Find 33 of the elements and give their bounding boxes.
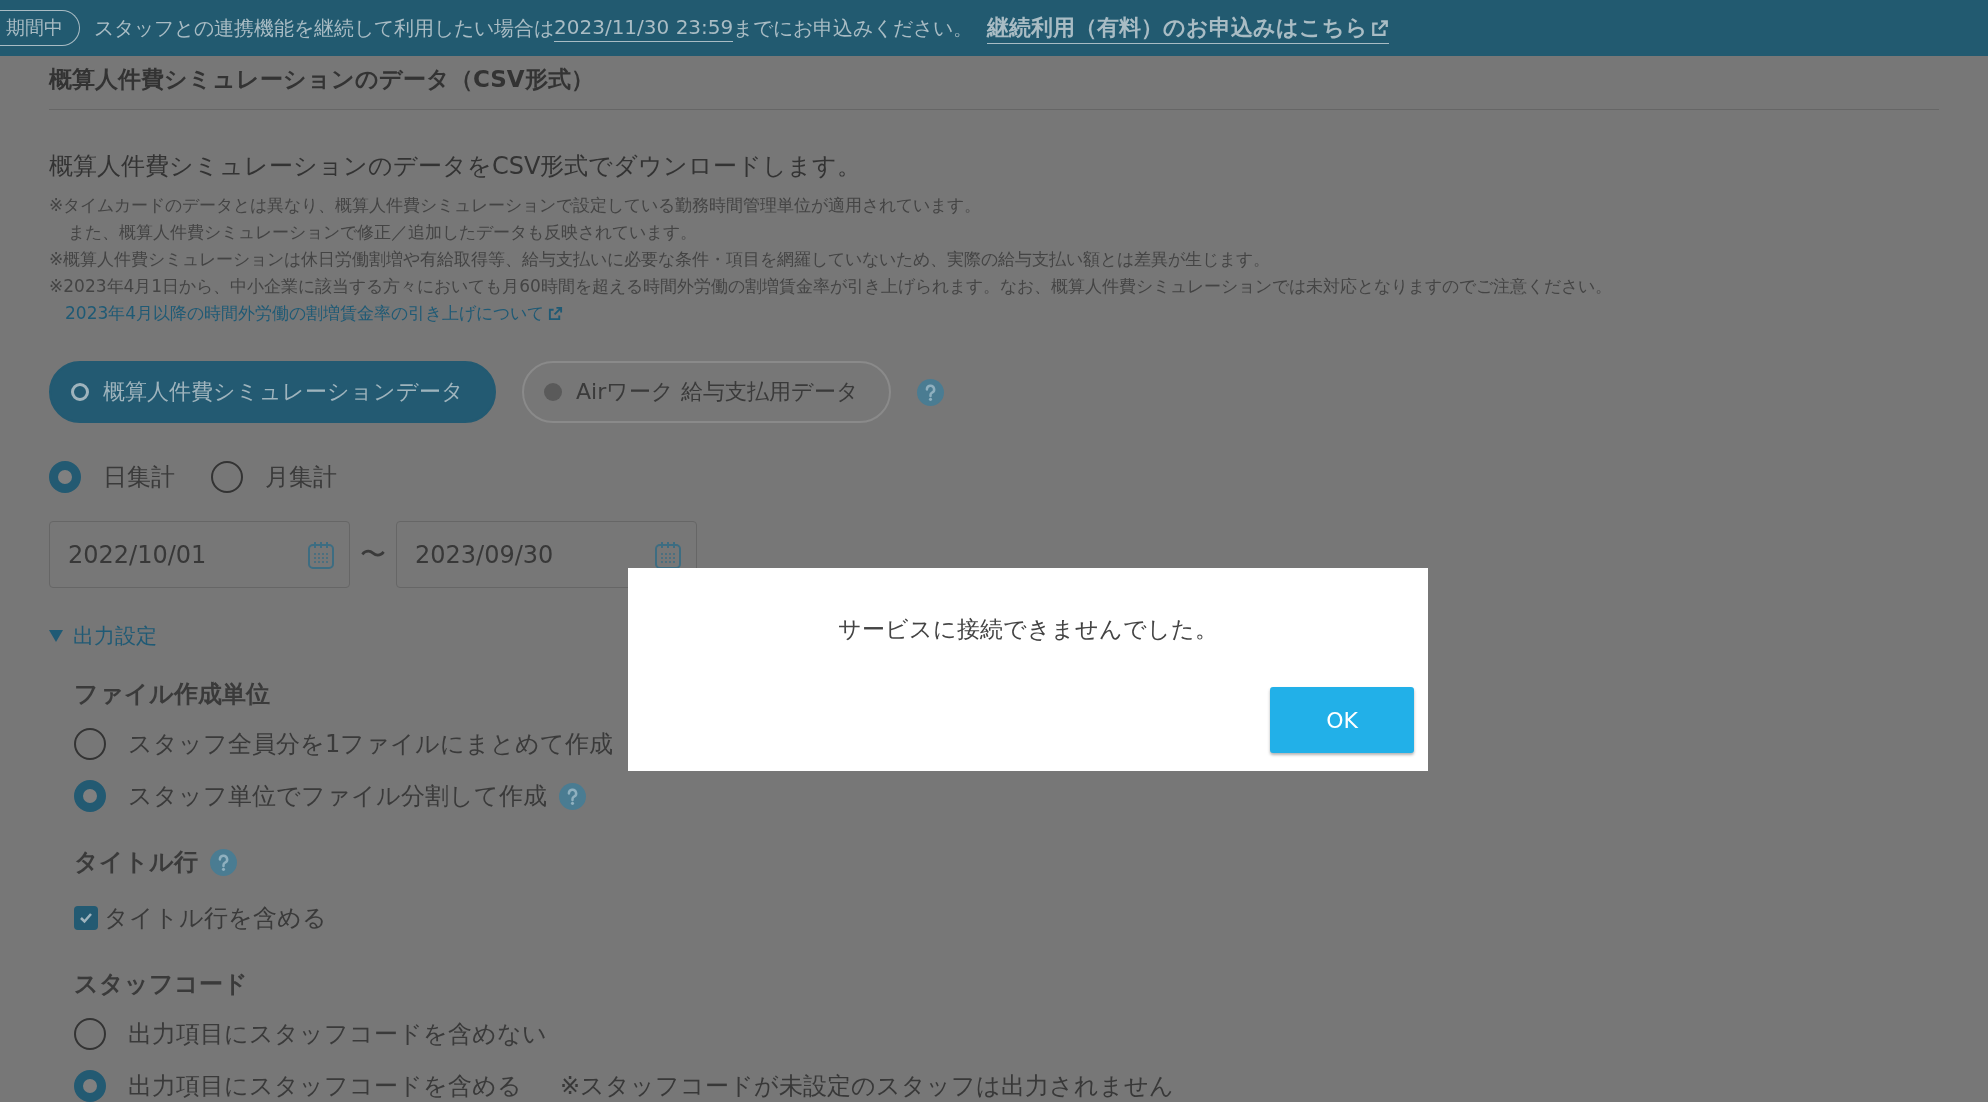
banner-text: スタッフとの連携機能を継続して利用したい場合は xyxy=(94,14,554,42)
ok-button[interactable]: OK xyxy=(1270,687,1414,753)
title-row-checkbox[interactable]: タイトル行を含める xyxy=(74,902,327,934)
aggregation-radio[interactable]: 日集計 xyxy=(49,461,175,493)
data-type-toggle[interactable]: 概算人件費シミュレーションデータ xyxy=(49,361,496,423)
option-radio[interactable]: スタッフ単位でファイル分割して作成 xyxy=(74,780,547,812)
help-icon[interactable] xyxy=(917,378,945,406)
calendar-icon[interactable] xyxy=(654,539,682,570)
page-title: 概算人件費シミュレーションのデータ（CSV形式） xyxy=(49,64,1939,110)
dialog-message: サービスに接続できませんでした。 xyxy=(838,615,1218,644)
deadline-text: 2023/11/30 23:59 xyxy=(554,14,734,42)
triangle-icon xyxy=(49,630,63,642)
page-description: 概算人件費シミュレーションのデータをCSV形式でダウンロードします。 xyxy=(49,151,863,182)
section-heading: タイトル行 xyxy=(74,847,198,878)
banner-text: までにお申込みください。 xyxy=(733,14,974,42)
overtime-info-link[interactable]: 2023年4月以降の時間外労働の割増賃金率の引き上げについて xyxy=(65,300,564,327)
section-heading: ファイル作成単位 xyxy=(74,679,270,710)
help-icon[interactable] xyxy=(559,782,586,810)
option-note: ※スタッフコードが未設定のスタッフは出力されません xyxy=(560,1071,1175,1102)
section-heading: スタッフコード xyxy=(74,969,248,1000)
range-separator: 〜 xyxy=(360,538,386,571)
checkbox-icon[interactable] xyxy=(74,906,98,930)
option-radio[interactable]: 出力項目にスタッフコードを含める xyxy=(74,1070,522,1102)
external-link-icon xyxy=(548,306,564,321)
help-icon[interactable] xyxy=(210,848,237,876)
data-type-toggle[interactable]: Airワーク 給与支払用データ xyxy=(522,361,892,423)
external-link-icon xyxy=(1371,18,1390,37)
start-date-field[interactable]: 2022/10/01 xyxy=(49,521,350,588)
option-radio[interactable]: 出力項目にスタッフコードを含めない xyxy=(74,1018,547,1050)
output-settings-toggle[interactable]: 出力設定 xyxy=(49,622,157,650)
aggregation-radio[interactable]: 月集計 xyxy=(211,461,337,493)
option-radio[interactable]: スタッフ全員分を1ファイルにまとめて作成 xyxy=(74,728,614,760)
continue-usage-link[interactable]: 継続利用（有料）のお申込みはこちら xyxy=(987,12,1390,44)
